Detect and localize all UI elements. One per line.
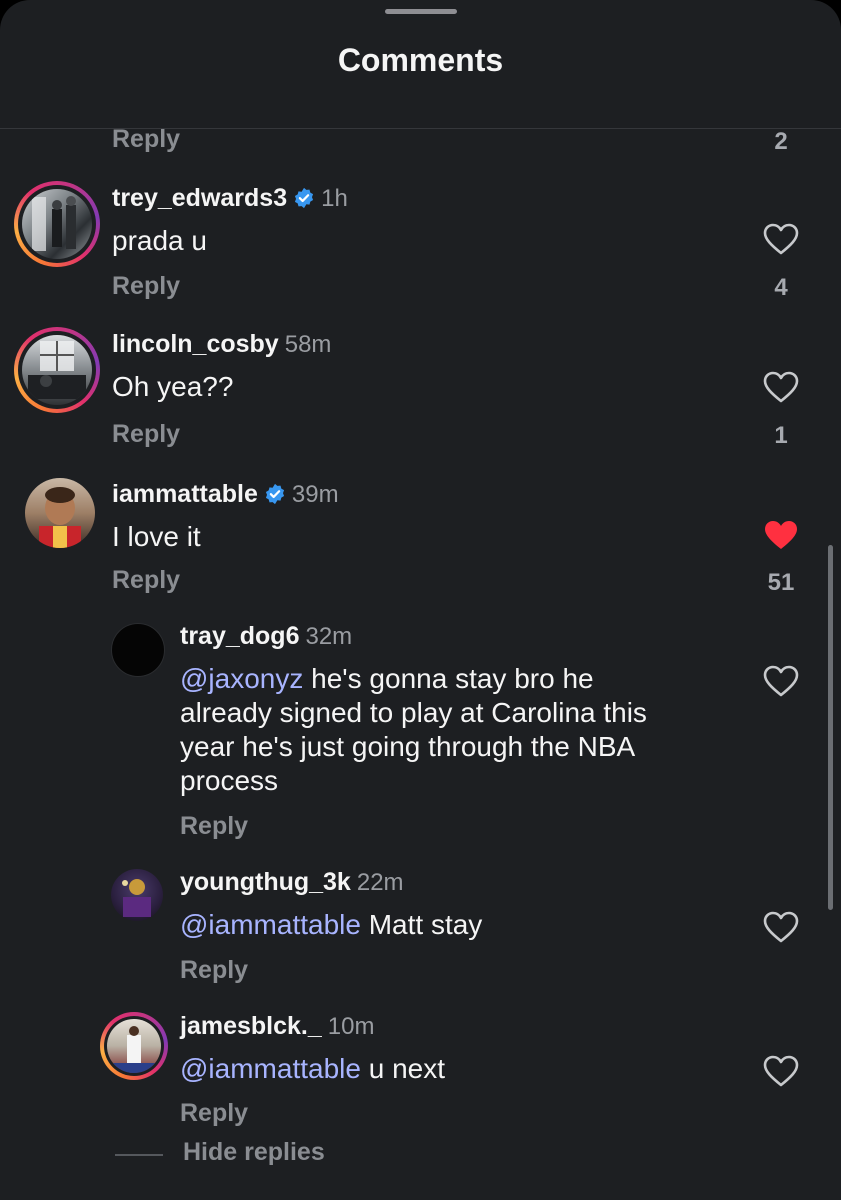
- like-count: 51: [767, 569, 795, 596]
- avatar[interactable]: [111, 869, 163, 921]
- scrollbar[interactable]: [828, 545, 833, 910]
- heart-outline-icon[interactable]: [763, 911, 799, 943]
- comment-header: iammattable 39m: [112, 480, 339, 509]
- heart-outline-icon[interactable]: [763, 1055, 799, 1087]
- mention-link[interactable]: @iammattable: [180, 1053, 361, 1084]
- avatar[interactable]: [111, 623, 165, 677]
- reply-text: @iammattable Matt stay: [180, 909, 483, 940]
- reply-button[interactable]: Reply: [112, 125, 180, 154]
- heart-filled-icon[interactable]: [763, 519, 799, 551]
- comment-text: I love it: [112, 521, 201, 552]
- mention-link[interactable]: @jaxonyz: [180, 663, 303, 694]
- like-count: 2: [774, 128, 788, 155]
- username[interactable]: lincoln_cosby: [112, 330, 279, 358]
- reply-button[interactable]: Reply: [112, 566, 180, 595]
- hide-replies-line: [115, 1154, 163, 1156]
- heart-outline-icon[interactable]: [763, 665, 799, 697]
- reply-text: @jaxonyz he's gonna stay bro he already …: [180, 663, 647, 796]
- sheet-title: Comments: [337, 42, 504, 78]
- reply-text: @iammattable u next: [180, 1053, 445, 1084]
- comment-text: Oh yea??: [112, 371, 234, 402]
- reply-time: 22m: [356, 869, 404, 896]
- like-count: 4: [774, 274, 788, 301]
- sheet-grabber[interactable]: [385, 9, 457, 14]
- comment-header: lincoln_cosby 58m: [112, 330, 331, 359]
- reply-time: 10m: [327, 1013, 375, 1040]
- comment-time: 39m: [291, 481, 339, 508]
- comment-time: 58m: [284, 331, 332, 358]
- heart-outline-icon[interactable]: [763, 371, 799, 403]
- reply-header: youngthug_3k 22m: [180, 868, 404, 897]
- username[interactable]: youngthug_3k: [180, 868, 351, 896]
- verified-badge-icon: [295, 187, 314, 209]
- reply-header: tray_dog6 32m: [180, 622, 352, 651]
- comment-time: 1h: [321, 185, 348, 212]
- reply-button[interactable]: Reply: [112, 272, 180, 301]
- username[interactable]: jamesblck._: [180, 1012, 322, 1040]
- comment-header: trey_edwards3 1h: [112, 184, 348, 213]
- avatar[interactable]: [100, 1012, 168, 1080]
- reply-button[interactable]: Reply: [180, 1099, 248, 1128]
- reply-header: jamesblck._ 10m: [180, 1012, 374, 1041]
- comment-text: prada u: [112, 225, 207, 256]
- avatar[interactable]: [14, 181, 100, 267]
- username[interactable]: iammattable: [112, 480, 258, 508]
- reply-button[interactable]: Reply: [180, 812, 248, 841]
- like-count: 1: [774, 422, 788, 449]
- reply-button[interactable]: Reply: [180, 956, 248, 985]
- heart-outline-icon[interactable]: [763, 223, 799, 255]
- hide-replies-button[interactable]: Hide replies: [183, 1138, 325, 1167]
- avatar[interactable]: [14, 327, 100, 413]
- avatar-photo: [22, 189, 92, 259]
- comments-sheet: Comments Reply 2 trey_edwards3 1h prada u…: [0, 0, 841, 1200]
- avatar-photo: [22, 335, 92, 405]
- username[interactable]: tray_dog6: [180, 622, 299, 650]
- avatar-photo: [107, 1019, 161, 1073]
- reply-time: 32m: [305, 623, 353, 650]
- verified-badge-icon: [265, 483, 284, 505]
- avatar[interactable]: [25, 478, 95, 548]
- username[interactable]: trey_edwards3: [112, 184, 287, 212]
- mention-link[interactable]: @iammattable: [180, 909, 361, 940]
- reply-button[interactable]: Reply: [112, 420, 180, 449]
